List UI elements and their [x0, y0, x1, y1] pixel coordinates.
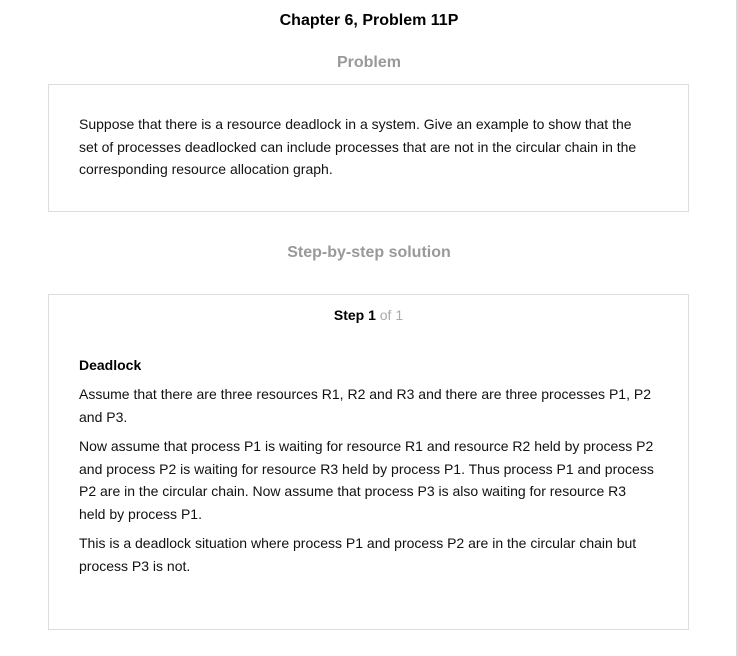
solution-subheading: Deadlock — [79, 357, 142, 373]
solution-paragraph: Assume that there are three resources R1… — [79, 386, 651, 425]
solution-body: Deadlock Assume that there are three res… — [79, 355, 654, 584]
solution-paragraph: This is a deadlock situation where proce… — [79, 535, 637, 574]
step-label: Step 1 — [333, 307, 376, 323]
solution-paragraph: Now assume that process P1 is waiting fo… — [79, 438, 654, 522]
page-title: Chapter 6, Problem 11P — [279, 12, 459, 29]
problem-heading: Problem — [336, 54, 401, 71]
problem-text: Suppose that there is a resource deadloc… — [79, 116, 637, 177]
step-of-total: of 1 — [379, 307, 404, 323]
solution-card: Step 1 of 1 Deadlock Assume that there a… — [48, 294, 689, 630]
problem-card: Suppose that there is a resource deadloc… — [48, 84, 689, 212]
step-indicator: Step 1 of 1 — [49, 307, 688, 323]
solution-heading: Step-by-step solution — [287, 244, 451, 261]
